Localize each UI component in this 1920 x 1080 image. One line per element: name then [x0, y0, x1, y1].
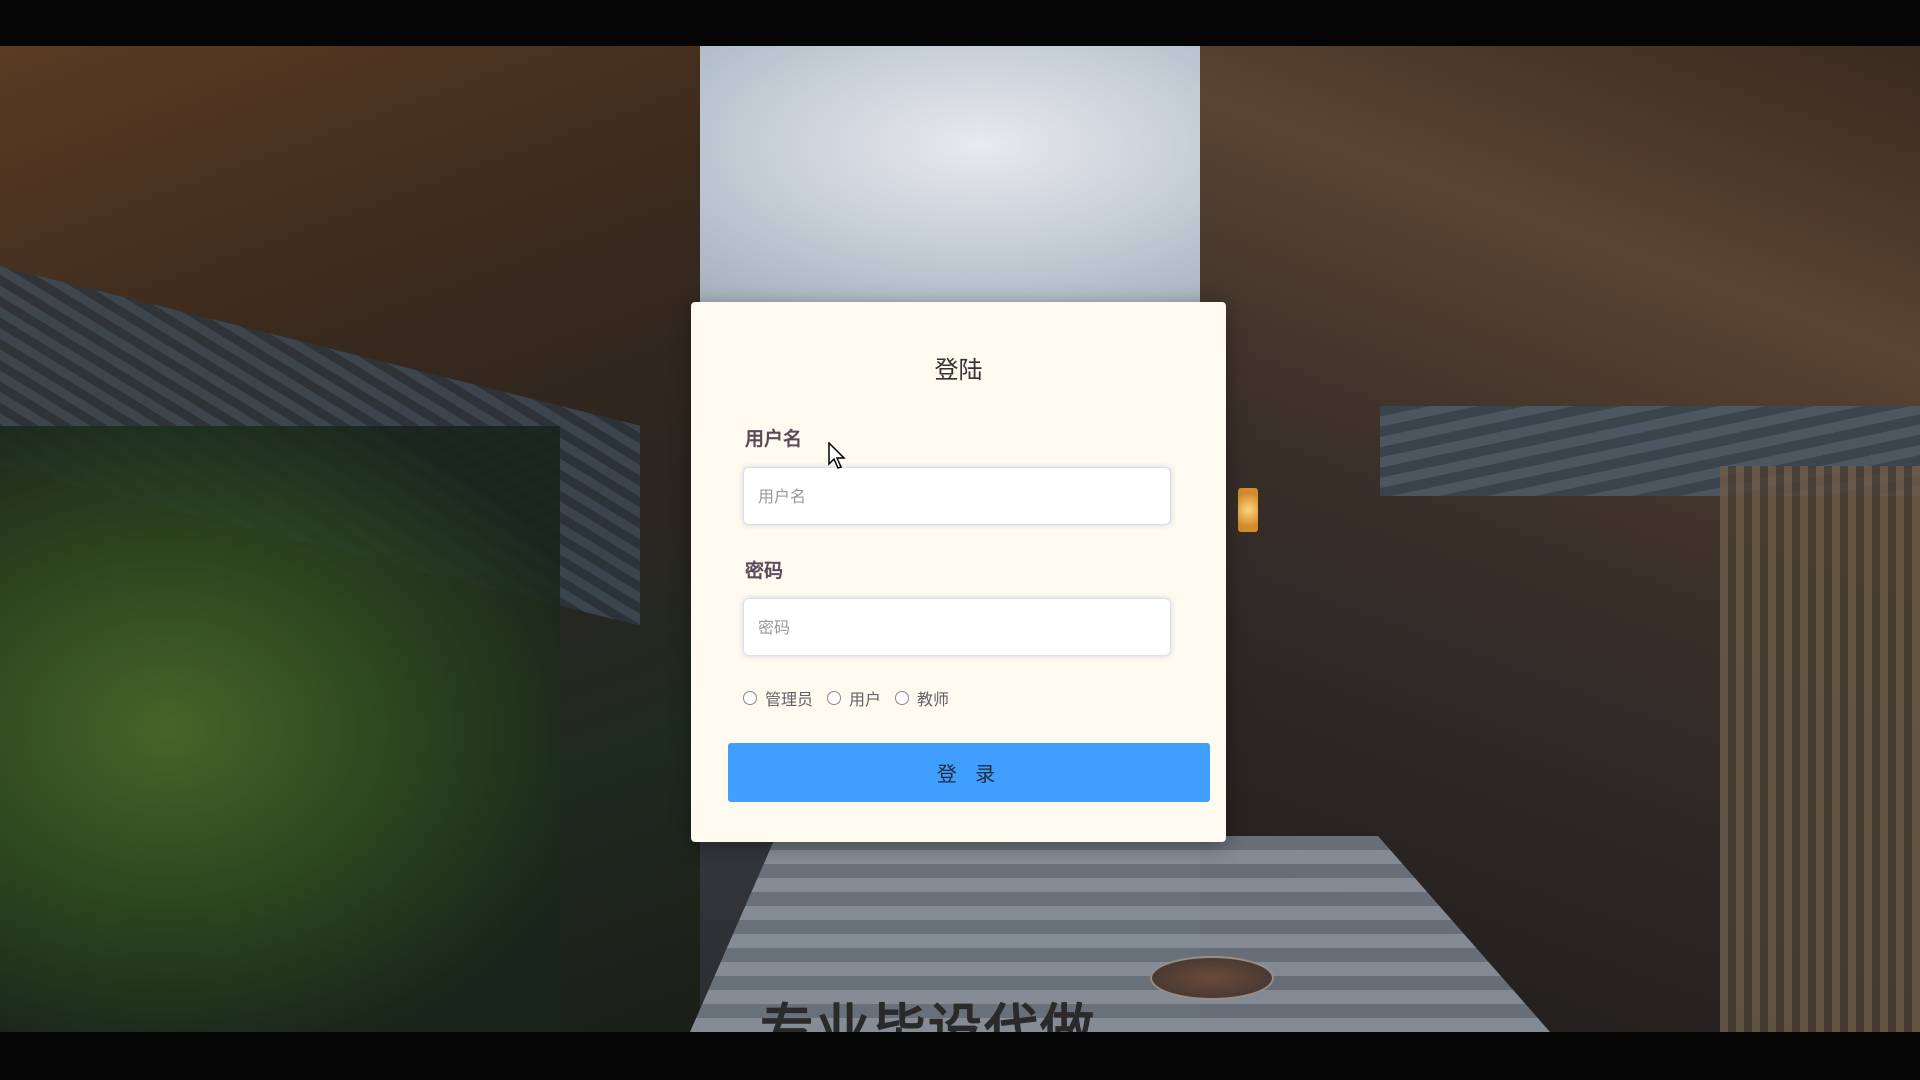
radio-admin[interactable] [743, 691, 757, 705]
radio-user[interactable] [827, 691, 842, 705]
login-card: 登陆 用户名 密码 管理员 用户 教师 登 录 [691, 302, 1226, 842]
password-input[interactable] [743, 598, 1171, 656]
manhole-cover [1150, 956, 1274, 1000]
letterbox-bottom [0, 1032, 1920, 1080]
radio-teacher[interactable] [895, 691, 910, 705]
role-radio-group: 管理员 用户 教师 [743, 686, 963, 710]
login-button[interactable]: 登 录 [728, 743, 1210, 802]
role-label-teacher: 教师 [917, 690, 950, 709]
password-label: 密码 [745, 560, 784, 582]
lantern-light [1238, 488, 1258, 532]
screen: 登陆 用户名 密码 管理员 用户 教师 登 录 专业毕设代做 [0, 0, 1920, 1080]
role-option-teacher[interactable]: 教师 [895, 686, 949, 710]
role-label-user: 用户 [849, 690, 882, 709]
letterbox-top [0, 0, 1920, 46]
role-option-admin[interactable]: 管理员 [743, 686, 813, 710]
role-label-admin: 管理员 [765, 690, 814, 709]
login-title: 登陆 [934, 356, 983, 384]
username-label: 用户名 [745, 428, 803, 450]
role-option-user[interactable]: 用户 [827, 686, 881, 710]
username-input[interactable] [743, 467, 1171, 525]
overlay-caption: 专业毕设代做 [760, 998, 1096, 1032]
